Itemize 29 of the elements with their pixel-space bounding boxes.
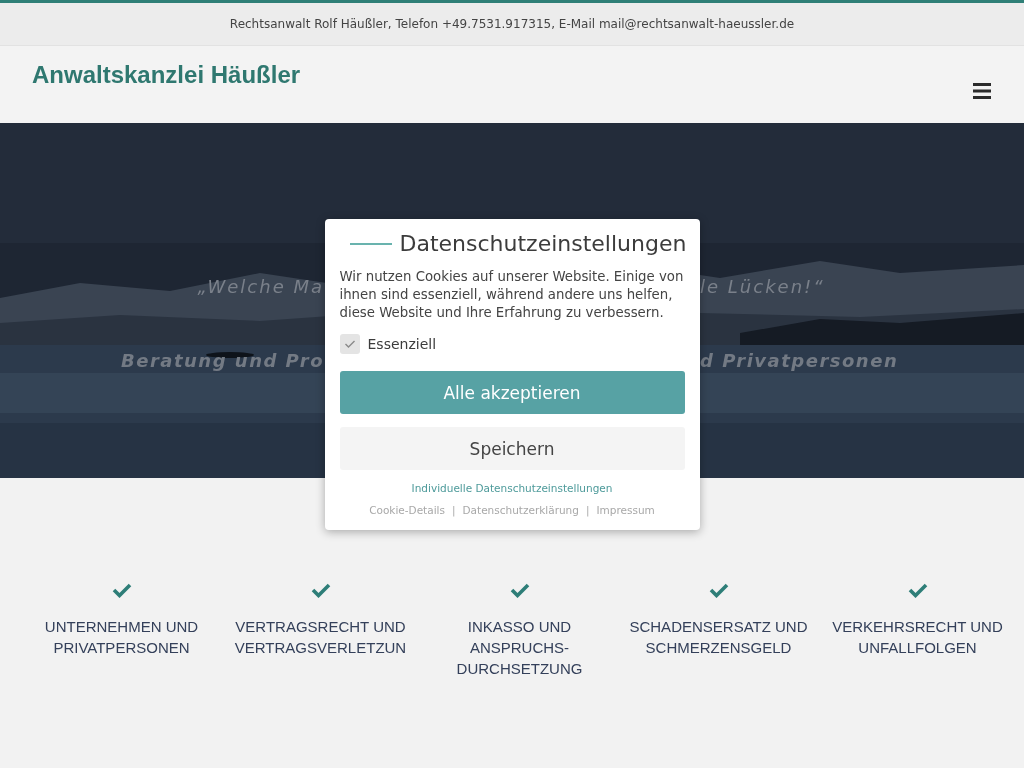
check-icon — [509, 582, 530, 598]
check-icon — [111, 582, 132, 598]
menu-icon[interactable] — [973, 83, 991, 99]
feature-title: SCHADENSERSATZ UND SCHMERZENSGELD — [628, 617, 809, 658]
hero-quote: le Lücken!“ — [700, 276, 825, 297]
hero-subtitle: d Privatpersonen — [700, 350, 899, 371]
accept-all-button[interactable]: Alle akzeptieren — [339, 371, 685, 414]
individual-settings-link[interactable]: Individuelle Datenschutzeinstellungen — [339, 482, 685, 494]
dialog-text: Wir nutzen Cookies auf unserer Website. Einige von ihnen sind essenziell, während andere uns helfen, diese Website und Ihre Erfahrung zu verbessern. — [339, 268, 685, 322]
separator: | — [585, 504, 590, 516]
site-logo[interactable]: Anwaltskanzlei Häußler — [32, 61, 301, 89]
checkmark-icon — [343, 339, 356, 349]
save-button[interactable]: Speichern — [339, 427, 685, 470]
check-icon — [907, 582, 928, 598]
feature-title: UNTERNEHMEN UND PRIVATPERSONEN — [43, 617, 200, 658]
contact-info: Rechtsanwalt Rolf Häußler, Telefon +49.7531.917315, E-Mail mail@rechtsanwalt-haeussler.de — [229, 17, 795, 31]
separator: | — [451, 504, 456, 516]
hero-quote: „Welche Ma — [197, 276, 324, 297]
feature-title: VERTRAGSRECHT UND VERTRAGSVERLETZUN — [233, 617, 408, 658]
check-icon — [310, 582, 331, 598]
checkbox-label: Essenziell — [367, 336, 437, 352]
check-icon — [708, 582, 729, 598]
hero-subtitle: Beratung und Pro — [121, 350, 324, 371]
footer-link[interactable]: Impressum — [596, 504, 655, 516]
feature-title: VERKEHRSRECHT UND UNFALLFOLGEN — [831, 617, 1004, 658]
feature-title: INKASSO UND ANSPRUCHS-DURCHSETZUNG — [455, 617, 584, 679]
footer-link[interactable]: Cookie-Details — [369, 504, 445, 516]
footer-link[interactable]: Datenschutzerklärung — [462, 504, 579, 516]
dialog-title: Datenschutzeinstellungen — [399, 231, 687, 256]
